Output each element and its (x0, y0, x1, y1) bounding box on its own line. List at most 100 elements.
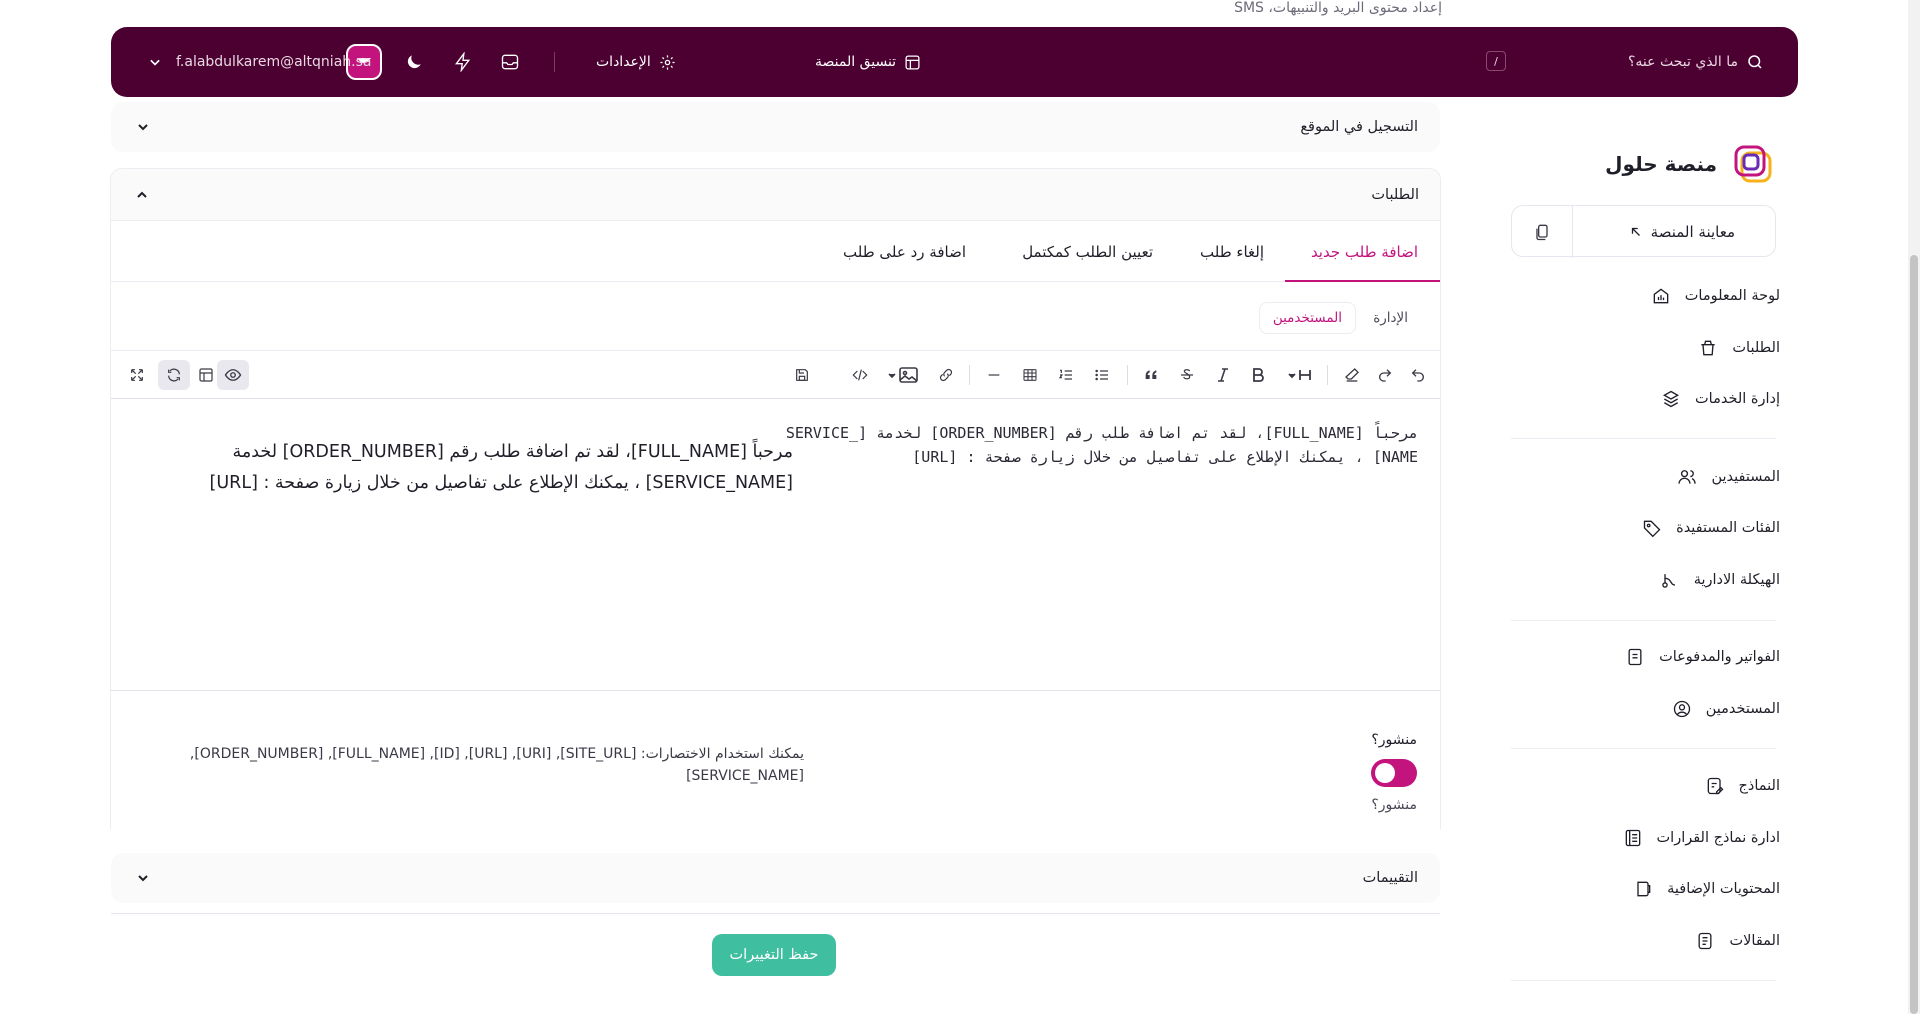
extra-content-icon (1633, 879, 1653, 899)
platform-layout-link[interactable]: تنسيق المنصة (815, 27, 921, 97)
chevron-up-icon[interactable] (136, 190, 148, 200)
section-orders-header[interactable]: الطلبات (111, 169, 1440, 221)
lightning-icon[interactable] (453, 52, 473, 72)
subtab-admin[interactable]: الإدارة (1373, 302, 1408, 334)
tab-bar: اضافة طلب جديد إلغاء طلب تعيين الطلب كمك… (111, 222, 1440, 282)
fullscreen-icon[interactable] (125, 363, 149, 387)
moon-icon[interactable] (404, 52, 424, 72)
sidebar-item-label: لوحة المعلومات (1684, 288, 1780, 304)
section-registration[interactable]: التسجيل في الموقع (111, 102, 1440, 152)
section-orders: الطلبات اضافة طلب جديد إلغاء طلب تعيين ا… (110, 168, 1441, 839)
sidebar-item-forms[interactable]: النماذج (1705, 774, 1780, 798)
tab-reply-to-order[interactable]: اضافة رد على طلب (843, 222, 966, 282)
platform-preview: معاينة المنصة (1511, 205, 1776, 258)
redo-icon[interactable] (1373, 363, 1397, 387)
undo-icon[interactable] (1406, 363, 1430, 387)
toggle-knob (1375, 763, 1395, 783)
sidebar-item-structure[interactable]: الهيكلة الادارية (1660, 568, 1780, 592)
page-description: إعداد محتوى البريد والتنبيهات، SMS (1234, 0, 1442, 16)
horizontal-rule-icon[interactable] (982, 363, 1006, 387)
sidebar-item-beneficiaries[interactable]: المستفيدين (1677, 465, 1780, 489)
markdown-source[interactable]: مرحباً [FULL_NAME]، لقد تم اضافة طلب رقم… (783, 421, 1418, 469)
articles-icon (1695, 931, 1715, 951)
sidebar-item-label: الطلبات (1732, 340, 1780, 356)
numbered-list-icon[interactable] (1054, 363, 1078, 387)
settings-label: الإعدادات (596, 54, 651, 70)
copy-icon[interactable] (1532, 222, 1552, 242)
sidebar-item-dashboard[interactable]: لوحة المعلومات (1651, 284, 1780, 308)
header-divider (554, 52, 555, 72)
scrollbar-thumb[interactable] (1910, 255, 1918, 1014)
bold-icon[interactable] (1246, 363, 1270, 387)
sync-scroll-icon[interactable] (158, 360, 190, 390)
page-scrollbar[interactable] (1908, 0, 1920, 1014)
bullet-list-icon[interactable] (1090, 363, 1114, 387)
active-tab-indicator (1285, 280, 1440, 282)
toolbar-divider (969, 365, 970, 385)
dashboard-icon (1651, 286, 1671, 306)
sidebar-item-label: الفواتير والمدفوعات (1659, 649, 1780, 665)
chevron-down-icon[interactable] (137, 122, 149, 132)
italic-icon[interactable] (1211, 363, 1235, 387)
eraser-icon[interactable] (1340, 363, 1364, 387)
sidebar-item-label: المستخدمين (1705, 701, 1780, 717)
shortcut-hint: يمكنك استخدام الاختصارات: [SITE_URL], [U… (189, 746, 804, 784)
sidebar-item-invoices[interactable]: الفواتير والمدفوعات (1625, 645, 1780, 669)
sidebar-item-articles[interactable]: المقالات (1695, 929, 1780, 953)
recipient-tabs: الإدارة المستخدمين (111, 283, 1440, 351)
strikethrough-icon[interactable] (1175, 363, 1199, 387)
sidebar-item-services[interactable]: إدارة الخدمات (1661, 387, 1780, 411)
preview-label: معاينة المنصة (1650, 223, 1735, 241)
user-menu[interactable]: f.alabdulkarem@altqniah.sa (176, 27, 371, 97)
editor-toolbar (111, 351, 1440, 399)
section-title: التقييمات (1362, 870, 1418, 886)
orders-icon (1698, 338, 1718, 358)
search-input[interactable]: ما الذي تبحث عنه؟ (1628, 54, 1738, 70)
tab-add-new-order[interactable]: اضافة طلب جديد (1311, 222, 1418, 282)
sidebar-item-users[interactable]: المستخدمين (1672, 697, 1780, 721)
save-icon[interactable] (790, 363, 814, 387)
code-icon[interactable] (848, 363, 872, 387)
section-ratings[interactable]: التقييمات (111, 853, 1440, 903)
sidebar-item-label: ادارة نماذج القرارات (1656, 830, 1780, 846)
table-icon[interactable] (1018, 363, 1042, 387)
preview-platform-button[interactable]: معاينة المنصة (1629, 206, 1735, 258)
sidebar-item-label: المحتويات الإضافية (1667, 881, 1780, 897)
link-icon[interactable] (934, 363, 958, 387)
subtab-users[interactable]: المستخدمين (1258, 302, 1356, 334)
brand[interactable]: منصة حلول (1605, 142, 1775, 186)
settings-link[interactable]: الإعدادات (596, 27, 676, 97)
publish-settings: منشور؟ منشور؟ يمكنك استخدام الاختصارات: … (111, 699, 1440, 839)
published-toggle[interactable] (1371, 759, 1417, 787)
services-icon (1661, 389, 1681, 409)
sidebar-divider (1511, 620, 1776, 621)
sidebar-item-orders[interactable]: الطلبات (1698, 336, 1780, 360)
published-caption: منشور؟ (1371, 797, 1417, 813)
chevron-down-icon[interactable] (137, 873, 149, 883)
gear-icon (659, 54, 676, 71)
toolbar-divider (1127, 365, 1128, 385)
image-dropdown-icon[interactable] (886, 363, 920, 387)
sidebar-item-label: الهيكلة الادارية (1693, 572, 1780, 588)
logo-icon (1731, 142, 1775, 186)
heading-dropdown-icon[interactable] (1284, 363, 1316, 387)
content-divider (111, 913, 1440, 914)
sidebar-divider (1511, 748, 1776, 749)
inbox-icon[interactable] (500, 52, 520, 72)
tab-mark-complete[interactable]: تعيين الطلب كمكتمل (1022, 222, 1153, 282)
section-title: التسجيل في الموقع (1300, 119, 1418, 135)
sidebar-item-extra-content[interactable]: المحتويات الإضافية (1633, 877, 1780, 901)
sidebar-item-beneficiary-categories[interactable]: الفئات المستفيدة (1642, 516, 1780, 540)
preview-divider (1572, 206, 1573, 258)
arrow-up-left-icon (1629, 225, 1643, 239)
eye-icon[interactable] (217, 360, 249, 390)
layout-split-icon[interactable] (194, 363, 218, 387)
save-changes-button[interactable]: حفظ التغييرات (712, 934, 836, 976)
sidebar-item-decision-templates[interactable]: ادارة نماذج القرارات (1623, 826, 1780, 850)
toolbar-divider (1327, 365, 1328, 385)
chevron-down-icon[interactable] (145, 52, 165, 72)
search-bar[interactable]: ما الذي تبحث عنه؟ (1628, 27, 1764, 97)
quote-icon[interactable] (1139, 363, 1163, 387)
sidebar-item-label: النماذج (1738, 778, 1780, 794)
tab-cancel-order[interactable]: إلغاء طلب (1200, 222, 1264, 282)
